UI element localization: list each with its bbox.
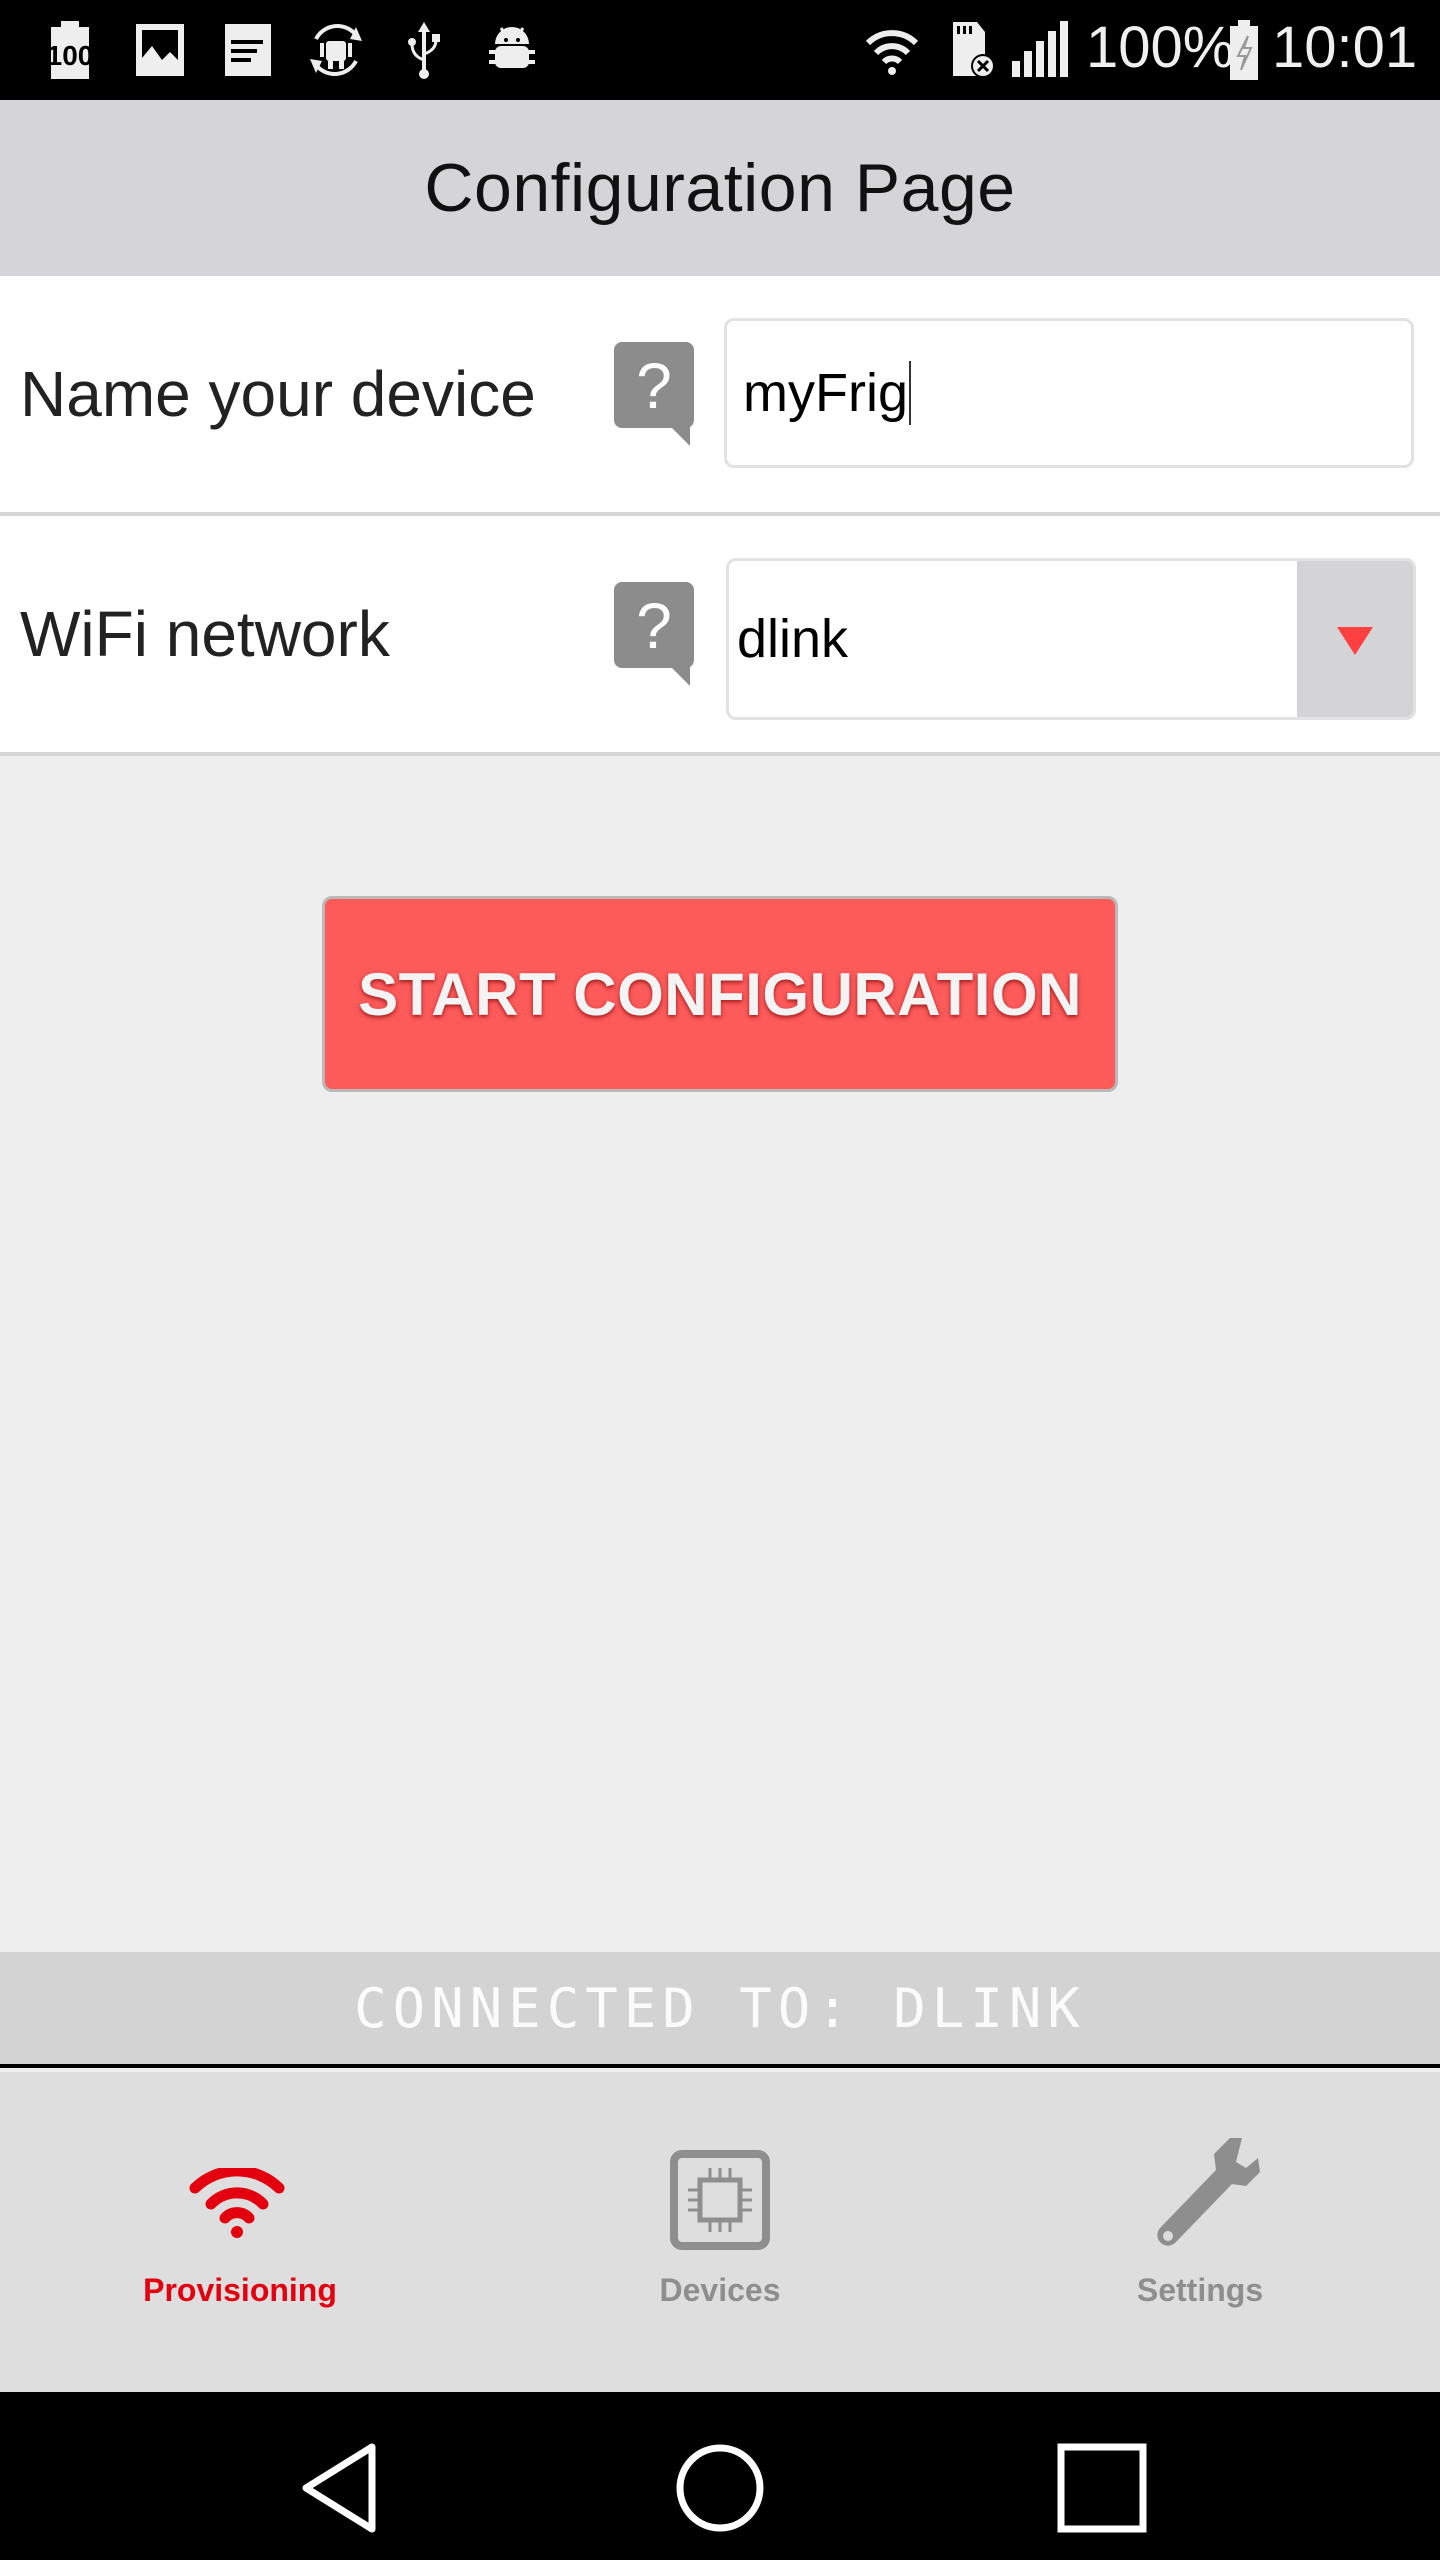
svg-text:?: ? xyxy=(636,350,672,422)
battery-100-notification-icon: 100 xyxy=(40,18,100,82)
wifi-network-select[interactable]: dlink xyxy=(726,558,1416,720)
battery-charging-icon xyxy=(1224,18,1264,82)
wifi-icon xyxy=(189,2165,285,2245)
image-icon xyxy=(130,18,190,82)
triangle-down-icon xyxy=(1337,608,1373,670)
tab-devices[interactable]: Devices xyxy=(480,2072,960,2392)
page-title: Configuration Page xyxy=(424,150,1016,226)
system-navigation-bar xyxy=(0,2392,1440,2560)
status-bar: 100 100% 10:01 xyxy=(0,0,1440,100)
text-caret xyxy=(908,361,911,425)
start-configuration-button[interactable]: START CONFIGURATION xyxy=(322,896,1118,1092)
clock: 10:01 xyxy=(1272,15,1418,80)
wifi-icon xyxy=(862,18,922,82)
bottom-tab-bar: Provisioning Devices Settings xyxy=(0,2072,1440,2392)
document-icon xyxy=(218,18,278,82)
home-icon[interactable] xyxy=(670,2438,770,2538)
wifi-network-label: WiFi network xyxy=(20,598,390,670)
battery-percent: 100% xyxy=(1086,15,1235,80)
device-name-input[interactable]: myFrig xyxy=(724,318,1414,468)
android-debug-icon xyxy=(482,18,542,82)
connection-status-bar: CONNECTED TO: DLINK xyxy=(0,1952,1440,2068)
help-question-icon[interactable]: ? xyxy=(612,580,698,690)
wifi-network-value: dlink xyxy=(737,609,849,669)
help-question-icon[interactable]: ? xyxy=(612,340,698,450)
android-sync-icon xyxy=(306,18,366,82)
dropdown-button[interactable] xyxy=(1297,561,1413,717)
device-name-row: Name your device ? myFrig xyxy=(0,276,1440,516)
title-bar: Configuration Page xyxy=(0,100,1440,276)
sd-card-error-icon xyxy=(944,18,1004,82)
tab-devices-label: Devices xyxy=(659,2272,781,2308)
svg-text:100: 100 xyxy=(47,40,93,71)
device-name-value: myFrig xyxy=(743,363,908,423)
tab-provisioning-label: Provisioning xyxy=(143,2272,337,2308)
cell-signal-icon xyxy=(1010,18,1070,82)
usb-icon xyxy=(394,18,454,82)
wrench-icon xyxy=(1146,2132,1266,2257)
wifi-network-row: WiFi network ? dlink xyxy=(0,516,1440,756)
tab-provisioning[interactable]: Provisioning xyxy=(0,2072,480,2392)
recents-icon[interactable] xyxy=(1052,2438,1152,2538)
svg-text:?: ? xyxy=(636,590,672,662)
tab-settings[interactable]: Settings xyxy=(960,2072,1440,2392)
tab-settings-label: Settings xyxy=(1136,2272,1264,2308)
connection-status-text: CONNECTED TO: DLINK xyxy=(354,1976,1086,2040)
device-name-label: Name your device xyxy=(20,358,536,430)
chip-icon xyxy=(670,2150,770,2255)
back-icon[interactable] xyxy=(290,2438,390,2538)
